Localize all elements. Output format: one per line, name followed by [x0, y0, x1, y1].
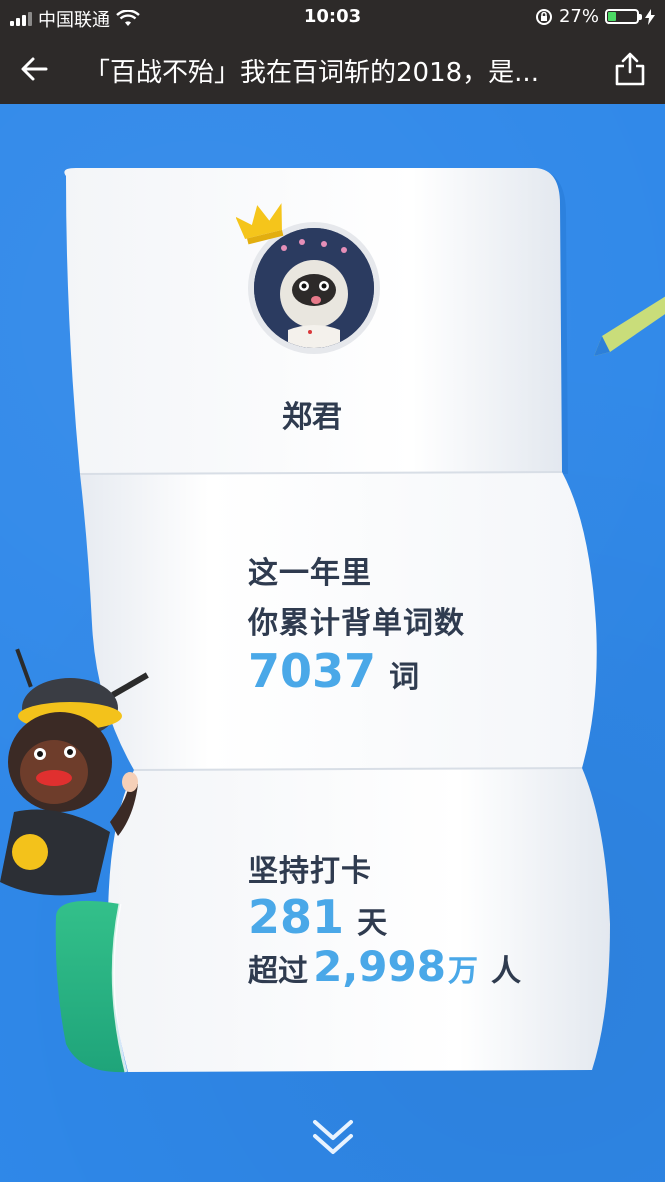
words-line-2: 你累计背单词数 — [248, 606, 465, 641]
pencil-icon — [594, 296, 665, 356]
battery-percent: 27% — [558, 6, 599, 27]
exceed-unit: 万 — [447, 954, 478, 989]
words-line-1: 这一年里 — [248, 556, 372, 591]
rotation-lock-icon — [535, 8, 552, 25]
user-name: 郑君 — [282, 400, 342, 435]
status-bar: 中国联通 10:03 27% — [0, 0, 665, 34]
checkin-section: 坚持打卡 281 天 超过 2,998万 人 — [248, 846, 521, 991]
checkin-line-1: 坚持打卡 — [248, 854, 372, 889]
back-arrow-icon[interactable] — [16, 50, 54, 88]
report-stage: 郑君 这一年里 你累计背单词数 7037 词 坚持打卡 281 天 超过 2,9… — [0, 104, 665, 1182]
words-unit: 词 — [389, 660, 420, 695]
nav-bar: 「百战不殆」我在百词斩的2018，是... — [0, 34, 665, 104]
share-icon[interactable] — [613, 50, 647, 88]
avatar[interactable] — [254, 228, 374, 348]
words-count: 7037 — [248, 644, 377, 698]
exceed-suffix: 人 — [491, 954, 522, 989]
pug-avatar-image — [254, 228, 374, 348]
page-title: 「百战不殆」我在百词斩的2018，是... — [84, 58, 539, 88]
exceed-number: 2,998 — [313, 942, 446, 991]
crown-icon — [236, 203, 284, 245]
battery-icon — [605, 9, 642, 24]
mascot-illustration — [0, 648, 149, 896]
chevron-double-down-icon[interactable] — [310, 1116, 356, 1158]
checkin-days: 281 — [248, 890, 345, 944]
exceed-prefix: 超过 — [248, 954, 308, 989]
status-right-group: 27% — [535, 6, 655, 27]
checkin-days-unit: 天 — [357, 906, 388, 941]
words-section: 这一年里 你累计背单词数 7037 词 — [248, 548, 465, 698]
charging-icon — [645, 8, 655, 25]
